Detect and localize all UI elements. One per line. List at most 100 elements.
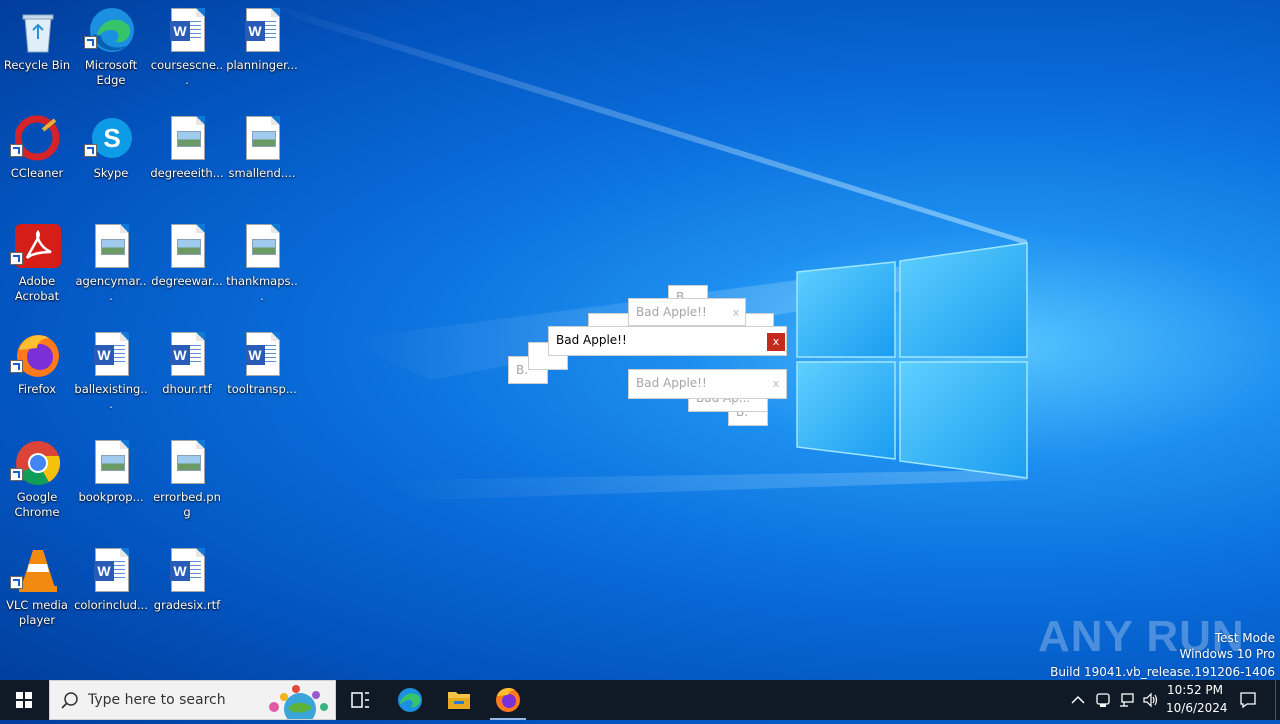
firefox-icon bbox=[496, 688, 520, 712]
word-file-icon: W bbox=[170, 548, 205, 592]
search-box[interactable]: Type here to search bbox=[49, 680, 336, 720]
build-text: Build 19041.vb_release.191206-1406 bbox=[1050, 665, 1275, 679]
file-icon[interactable]: W colorinclud... bbox=[74, 540, 148, 640]
word-file-icon: W bbox=[94, 548, 129, 592]
popup-title: Bad Apple!! bbox=[636, 305, 707, 319]
firefox-icon[interactable]: Firefox bbox=[0, 324, 74, 424]
image-file-icon bbox=[171, 224, 205, 268]
shortcut-arrow-icon bbox=[84, 144, 97, 157]
icon-label: VLC media player bbox=[6, 598, 68, 627]
popup-title: Bad Apple!! bbox=[636, 376, 707, 390]
icon-label: CCleaner bbox=[10, 166, 64, 180]
file-icon[interactable]: thankmaps... bbox=[225, 216, 299, 316]
show-desktop-button[interactable] bbox=[1275, 680, 1280, 720]
close-icon[interactable]: x bbox=[727, 304, 745, 322]
icon-label: degreeeith... bbox=[150, 166, 224, 180]
task-view-icon bbox=[351, 692, 369, 708]
icon-label: bookprop... bbox=[78, 490, 144, 504]
file-icon[interactable]: errorbed.png bbox=[150, 432, 224, 532]
icon-label: gradesix.rtf bbox=[153, 598, 221, 612]
file-icon[interactable]: W coursescne... bbox=[150, 0, 224, 100]
icon-label: smallend.... bbox=[228, 166, 296, 180]
search-highlight-icon bbox=[269, 685, 328, 719]
notification-icon[interactable] bbox=[1238, 690, 1258, 710]
icon-label: Skype bbox=[93, 166, 129, 180]
word-file-icon: W bbox=[170, 332, 205, 376]
popup-title: B. bbox=[516, 363, 529, 377]
popup-window[interactable]: Bad Apple!! x bbox=[628, 369, 787, 399]
chevron-up-icon[interactable] bbox=[1070, 692, 1086, 708]
icon-label: thankmaps... bbox=[226, 274, 298, 303]
icon-label: degreewar... bbox=[151, 274, 223, 288]
icon-label: coursescne... bbox=[150, 58, 224, 87]
image-file-icon bbox=[95, 224, 129, 268]
vlc-icon[interactable]: VLC media player bbox=[0, 540, 74, 640]
edge-icon bbox=[398, 688, 422, 712]
shortcut-arrow-icon bbox=[10, 360, 23, 373]
adobe-acrobat-icon[interactable]: Adobe Acrobat bbox=[0, 216, 74, 316]
icon-label: Google Chrome bbox=[14, 490, 60, 519]
popup-window-active[interactable]: Bad Apple!! x bbox=[548, 326, 787, 356]
icon-label: dhour.rtf bbox=[162, 382, 212, 396]
volume-icon[interactable] bbox=[1142, 691, 1160, 709]
file-icon[interactable]: degreeeith... bbox=[150, 108, 224, 208]
icon-label: errorbed.png bbox=[153, 490, 221, 519]
skype-icon[interactable]: S Skype bbox=[74, 108, 148, 208]
word-file-icon: W bbox=[245, 332, 280, 376]
word-file-icon: W bbox=[170, 8, 205, 52]
file-icon[interactable]: agencymar... bbox=[74, 216, 148, 316]
icon-label: planninger... bbox=[226, 58, 298, 72]
search-placeholder: Type here to search bbox=[88, 692, 226, 708]
close-icon[interactable]: x bbox=[767, 375, 785, 393]
close-button[interactable]: x bbox=[767, 333, 785, 351]
file-icon[interactable]: bookprop... bbox=[74, 432, 148, 532]
icon-label: Firefox bbox=[17, 382, 57, 396]
image-file-icon bbox=[246, 116, 280, 160]
recycle-bin-icon[interactable]: Recycle Bin bbox=[0, 0, 74, 100]
task-view-button[interactable] bbox=[337, 680, 383, 720]
image-file-icon bbox=[171, 440, 205, 484]
image-file-icon bbox=[95, 440, 129, 484]
shortcut-arrow-icon bbox=[84, 36, 97, 49]
search-icon bbox=[61, 692, 78, 709]
popup-title: Bad Apple!! bbox=[556, 333, 627, 347]
ccleaner-icon[interactable]: CCleaner bbox=[0, 108, 74, 208]
shortcut-arrow-icon bbox=[10, 468, 23, 481]
file-icon[interactable]: W tooltransp... bbox=[225, 324, 299, 424]
start-button[interactable] bbox=[0, 680, 48, 720]
recycle-bin-glyph bbox=[22, 14, 54, 53]
taskbar-edge-button[interactable] bbox=[386, 680, 434, 720]
shortcut-arrow-icon bbox=[10, 144, 23, 157]
icon-label: tooltransp... bbox=[227, 382, 297, 396]
folder-icon bbox=[448, 692, 470, 709]
shortcut-arrow-icon bbox=[10, 576, 23, 589]
svg-text:S: S bbox=[103, 123, 120, 153]
image-file-icon bbox=[246, 224, 280, 268]
taskbar-file-explorer-button[interactable] bbox=[435, 680, 483, 720]
file-icon[interactable]: W planninger... bbox=[225, 0, 299, 100]
icon-label: ballexisting... bbox=[74, 382, 148, 411]
word-file-icon: W bbox=[94, 332, 129, 376]
image-file-icon bbox=[171, 116, 205, 160]
popup-window[interactable]: Bad Apple!! x bbox=[628, 298, 746, 326]
shortcut-arrow-icon bbox=[10, 252, 23, 265]
test-mode-text: Test Mode bbox=[1214, 631, 1275, 645]
icon-label: Recycle Bin bbox=[3, 58, 71, 72]
clock-time[interactable]: 10:52 PM bbox=[1166, 683, 1224, 697]
file-icon[interactable]: W ballexisting... bbox=[74, 324, 148, 424]
file-icon[interactable]: W gradesix.rtf bbox=[150, 540, 224, 640]
file-icon[interactable]: degreewar... bbox=[150, 216, 224, 316]
network-icon[interactable] bbox=[1118, 691, 1136, 709]
google-chrome-icon[interactable]: Google Chrome bbox=[0, 432, 74, 532]
word-file-icon: W bbox=[245, 8, 280, 52]
icon-label: agencymar... bbox=[75, 274, 147, 303]
device-icon[interactable] bbox=[1094, 691, 1112, 709]
taskbar: Type here to search 10:52 PM 10/6/2024 bbox=[0, 680, 1280, 720]
file-icon[interactable]: smallend.... bbox=[225, 108, 299, 208]
file-icon[interactable]: W dhour.rtf bbox=[150, 324, 224, 424]
clock-date[interactable]: 10/6/2024 bbox=[1166, 701, 1228, 715]
microsoft-edge-icon[interactable]: Microsoft Edge bbox=[74, 0, 148, 100]
icon-label: colorinclud... bbox=[74, 598, 148, 612]
windows-logo-icon bbox=[16, 692, 32, 708]
taskbar-firefox-button[interactable] bbox=[484, 680, 532, 720]
